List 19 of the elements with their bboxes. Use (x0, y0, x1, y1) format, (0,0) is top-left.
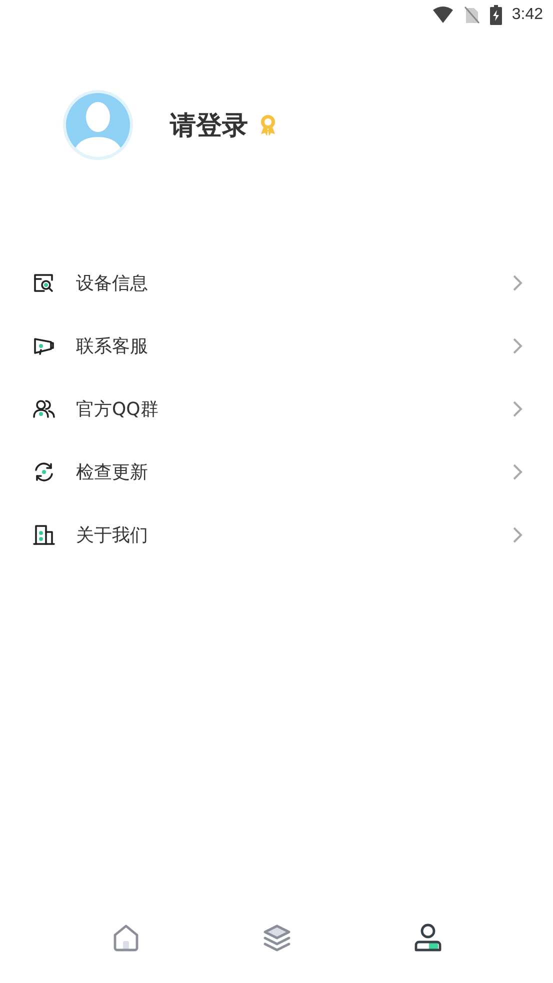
chevron-right-icon (511, 274, 523, 292)
status-time: 3:42 (512, 6, 543, 24)
chevron-right-icon (511, 526, 523, 544)
menu-item[interactable]: 联系客服 (76, 334, 511, 358)
login-prompt[interactable]: 请登录 (170, 108, 248, 142)
medal-icon (258, 113, 278, 137)
no-sim-icon (464, 6, 480, 24)
wifi-icon (432, 6, 454, 24)
chevron-right-icon (511, 462, 523, 480)
menu-item[interactable]: 关于我们 (76, 522, 511, 546)
chevron-right-icon (511, 336, 523, 354)
avatar-icon[interactable] (62, 89, 134, 161)
building-icon (32, 522, 56, 546)
menu-item[interactable]: 设备信息 (76, 270, 511, 294)
refresh-icon (32, 460, 56, 484)
battery-charging-icon (490, 5, 502, 25)
menu-item[interactable]: 官方QQ群 (76, 396, 511, 420)
menu-item[interactable]: 检查更新 (76, 460, 511, 484)
chevron-right-icon (511, 400, 523, 418)
